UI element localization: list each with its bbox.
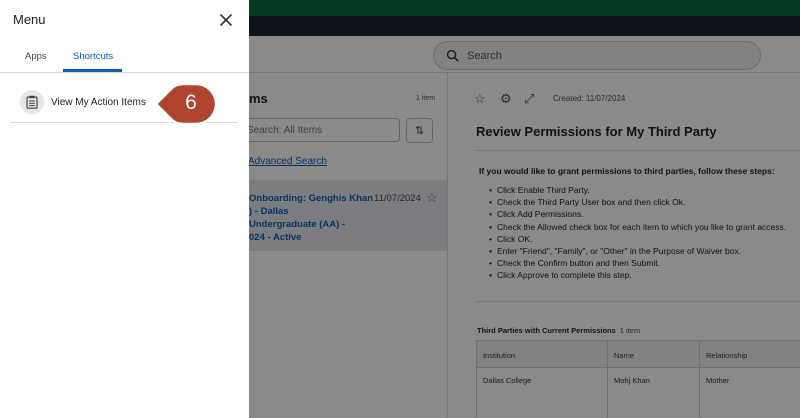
- close-button[interactable]: [217, 11, 235, 29]
- clipboard-icon: [20, 90, 44, 114]
- close-icon: [220, 14, 232, 26]
- menu-title: Menu: [13, 12, 46, 27]
- tab-divider: [0, 72, 249, 73]
- tab-shortcuts[interactable]: Shortcuts: [73, 51, 113, 62]
- step-number: 6: [185, 91, 197, 114]
- tab-apps[interactable]: Apps: [25, 51, 47, 62]
- menu-panel: Menu Apps Shortcuts View My Action Items: [0, 0, 249, 418]
- shortcut-label: View My Action Items: [51, 97, 146, 108]
